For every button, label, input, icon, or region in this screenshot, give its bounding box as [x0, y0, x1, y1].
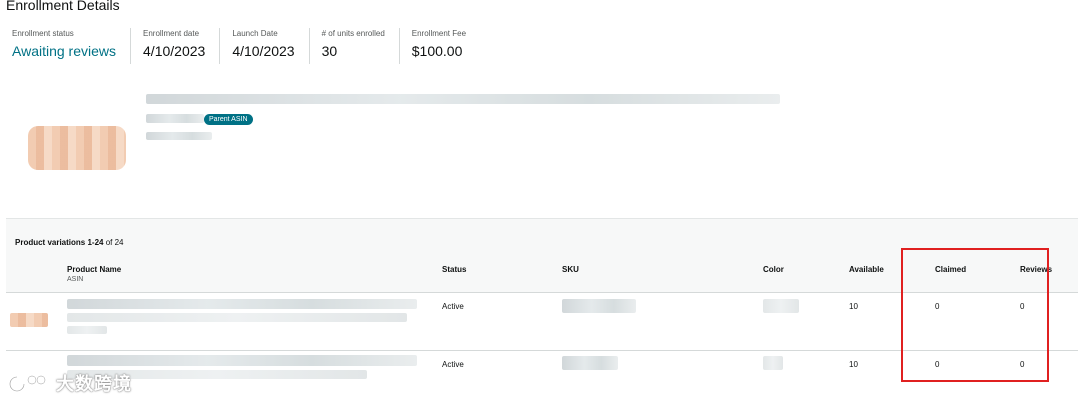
page-title: Enrollment Details	[6, 0, 120, 13]
enrollment-date-value: 4/10/2023	[143, 43, 206, 59]
row-available: 10	[849, 360, 858, 369]
enrollment-fee-value: $100.00	[411, 43, 463, 59]
parent-asin-badge: Parent ASIN	[204, 114, 253, 125]
row-sku-blurred	[562, 356, 618, 370]
watermark-logo-icon	[8, 374, 52, 393]
column-header-color[interactable]: Color	[763, 265, 784, 274]
row-available: 10	[849, 302, 858, 311]
row-sku-blurred	[562, 299, 636, 313]
row-product-name-blurred	[67, 355, 417, 366]
launch-date-label: Launch Date	[232, 29, 278, 38]
product-title-blurred	[146, 94, 780, 104]
row-product-name-blurred	[67, 299, 417, 309]
row-product-name-blurred	[67, 313, 407, 322]
column-header-status[interactable]: Status	[442, 265, 466, 274]
table-title: Product variations 1-24 of 24	[15, 238, 124, 247]
column-header-asin: ASIN	[67, 276, 84, 283]
units-enrolled-label: # of units enrolled	[321, 29, 385, 38]
launch-date: Launch Date 4/10/2023	[219, 28, 308, 64]
product-meta-blurred	[146, 132, 212, 140]
row-status: Active	[442, 302, 464, 311]
enrollment-date: Enrollment date 4/10/2023	[130, 28, 219, 64]
row-thumbnail	[10, 313, 48, 327]
column-header-product-name[interactable]: Product Name	[67, 265, 121, 274]
enrollment-fee-label: Enrollment Fee	[411, 29, 467, 38]
units-enrolled: # of units enrolled 30	[308, 28, 399, 64]
launch-date-value: 4/10/2023	[232, 43, 295, 59]
row-asin-blurred	[67, 326, 107, 334]
units-enrolled-value: 30	[321, 43, 338, 59]
product-image	[28, 126, 126, 170]
row-color-blurred	[763, 299, 799, 313]
enrollment-status: Enrollment status Awaiting reviews	[0, 28, 130, 64]
product-asin-blurred	[146, 114, 204, 123]
column-header-sku[interactable]: SKU	[562, 265, 579, 274]
enrollment-date-label: Enrollment date	[143, 29, 200, 38]
row-color-blurred	[763, 356, 783, 370]
enrollment-status-value[interactable]: Awaiting reviews	[12, 43, 116, 59]
watermark-text: 大数跨境	[56, 374, 132, 394]
enrollment-fee: Enrollment Fee $100.00	[398, 28, 480, 64]
enrollment-summary: Enrollment status Awaiting reviews Enrol…	[0, 28, 480, 64]
highlight-box	[901, 248, 1049, 382]
row-status: Active	[442, 360, 464, 369]
watermark: 大数跨境	[8, 370, 132, 396]
enrollment-status-label: Enrollment status	[12, 29, 74, 38]
column-header-available[interactable]: Available	[849, 265, 884, 274]
